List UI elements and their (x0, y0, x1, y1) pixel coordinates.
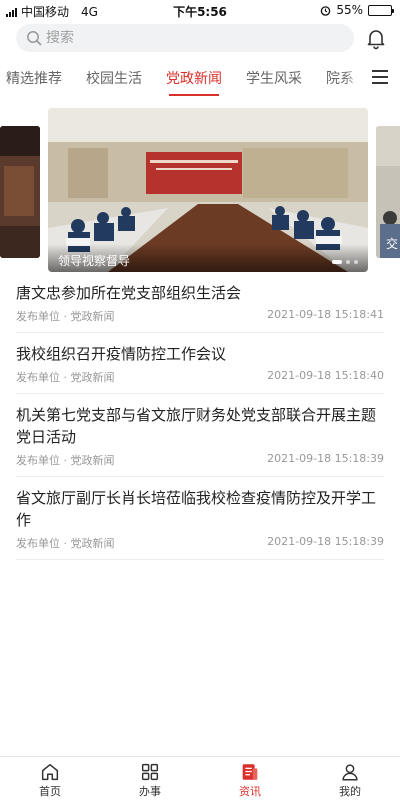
carousel-dot-active (332, 260, 342, 264)
category-tabs: 精选推荐 校园生活 党政新闻 学生风采 院系 (0, 58, 400, 98)
tab-student-style[interactable]: 学生风采 (234, 58, 314, 96)
news-title: 唐文忠参加所在党支部组织生活会 (16, 284, 242, 302)
alarm-icon (321, 5, 331, 16)
news-list: 唐文忠参加所在党支部组织生活会 发布单位 · 党政新闻 2021-09-18 1… (16, 278, 384, 560)
nav-services-label: 办事 (139, 785, 161, 798)
banner-slide-next[interactable]: 交 (376, 126, 400, 258)
nav-profile[interactable]: 我的 (300, 757, 400, 800)
tab-party-news[interactable]: 党政新闻 (154, 58, 234, 96)
tab-track: 精选推荐 校园生活 党政新闻 学生风采 院系 (0, 58, 366, 96)
news-item[interactable]: 机关第七党支部与省文旅厅财务处党支部联合开展主题党日活动 发布单位 · 党政新闻… (16, 394, 384, 477)
banner-next-caption: 交 (386, 237, 399, 251)
news-publisher: 发布单位 · 党政新闻 (16, 371, 115, 384)
user-icon (342, 764, 358, 781)
battery-icon (368, 4, 394, 16)
news-meta: 发布单位 · 党政新闻 2021-09-18 15:18:40 (16, 369, 384, 385)
bell-icon[interactable] (364, 26, 388, 50)
news-time: 2021-09-18 15:18:41 (267, 308, 384, 321)
news-item[interactable]: 省文旅厅副厅长肖长培莅临我校检查疫情防控及开学工作 发布单位 · 党政新闻 20… (16, 477, 384, 560)
carousel-dot (354, 260, 358, 264)
news-title: 省文旅厅副厅长肖长培莅临我校检查疫情防控及开学工作 (16, 489, 377, 529)
news-item[interactable]: 唐文忠参加所在党支部组织生活会 发布单位 · 党政新闻 2021-09-18 1… (16, 278, 384, 333)
search-icon (27, 31, 42, 46)
news-item[interactable]: 我校组织召开疫情防控工作会议 发布单位 · 党政新闻 2021-09-18 15… (16, 333, 384, 394)
status-bar: 中国移动 4G 下午5:56 55% (0, 0, 400, 20)
status-right: 55% (320, 3, 394, 17)
news-meta: 发布单位 · 党政新闻 2021-09-18 15:18:39 (16, 535, 384, 551)
nav-news-label: 资讯 (239, 785, 261, 798)
menu-icon[interactable] (372, 70, 388, 84)
news-time: 2021-09-18 15:18:39 (267, 452, 384, 465)
tab-featured[interactable]: 精选推荐 (0, 58, 74, 96)
news-meta: 发布单位 · 党政新闻 2021-09-18 15:18:39 (16, 452, 384, 468)
news-time: 2021-09-18 15:18:39 (267, 535, 384, 548)
nav-news[interactable]: 资讯 (200, 757, 300, 800)
news-publisher: 发布单位 · 党政新闻 (16, 454, 115, 467)
search-bar[interactable] (16, 24, 354, 52)
nav-services[interactable]: 办事 (100, 757, 200, 800)
search-input[interactable] (46, 30, 326, 46)
battery-percent: 55% (336, 3, 363, 17)
news-time: 2021-09-18 15:18:40 (267, 369, 384, 382)
banner-slide-main[interactable]: 领导视察督导 (48, 108, 368, 272)
banner-carousel[interactable]: 领导视察督导 交 (0, 108, 400, 272)
news-publisher: 发布单位 · 党政新闻 (16, 537, 115, 550)
tab-departments[interactable]: 院系 (314, 58, 366, 96)
grid-icon (141, 763, 159, 781)
home-icon (41, 763, 59, 781)
nav-home[interactable]: 首页 (0, 757, 100, 800)
banner-caption: 领导视察督导 (48, 244, 368, 272)
carousel-dot (346, 260, 350, 264)
news-icon (242, 764, 258, 780)
nav-profile-label: 我的 (339, 785, 361, 798)
carousel-dots (332, 260, 358, 264)
banner-slide-prev[interactable] (0, 126, 40, 258)
news-meta: 发布单位 · 党政新闻 2021-09-18 15:18:41 (16, 308, 384, 324)
news-title: 机关第七党支部与省文旅厅财务处党支部联合开展主题党日活动 (16, 406, 377, 446)
nav-home-label: 首页 (39, 785, 61, 798)
tab-campus-life[interactable]: 校园生活 (74, 58, 154, 96)
bottom-nav: 首页 办事 资讯 我的 (0, 756, 400, 800)
news-publisher: 发布单位 · 党政新闻 (16, 310, 115, 323)
banner-prev-image (0, 126, 40, 258)
news-title: 我校组织召开疫情防控工作会议 (16, 345, 227, 363)
